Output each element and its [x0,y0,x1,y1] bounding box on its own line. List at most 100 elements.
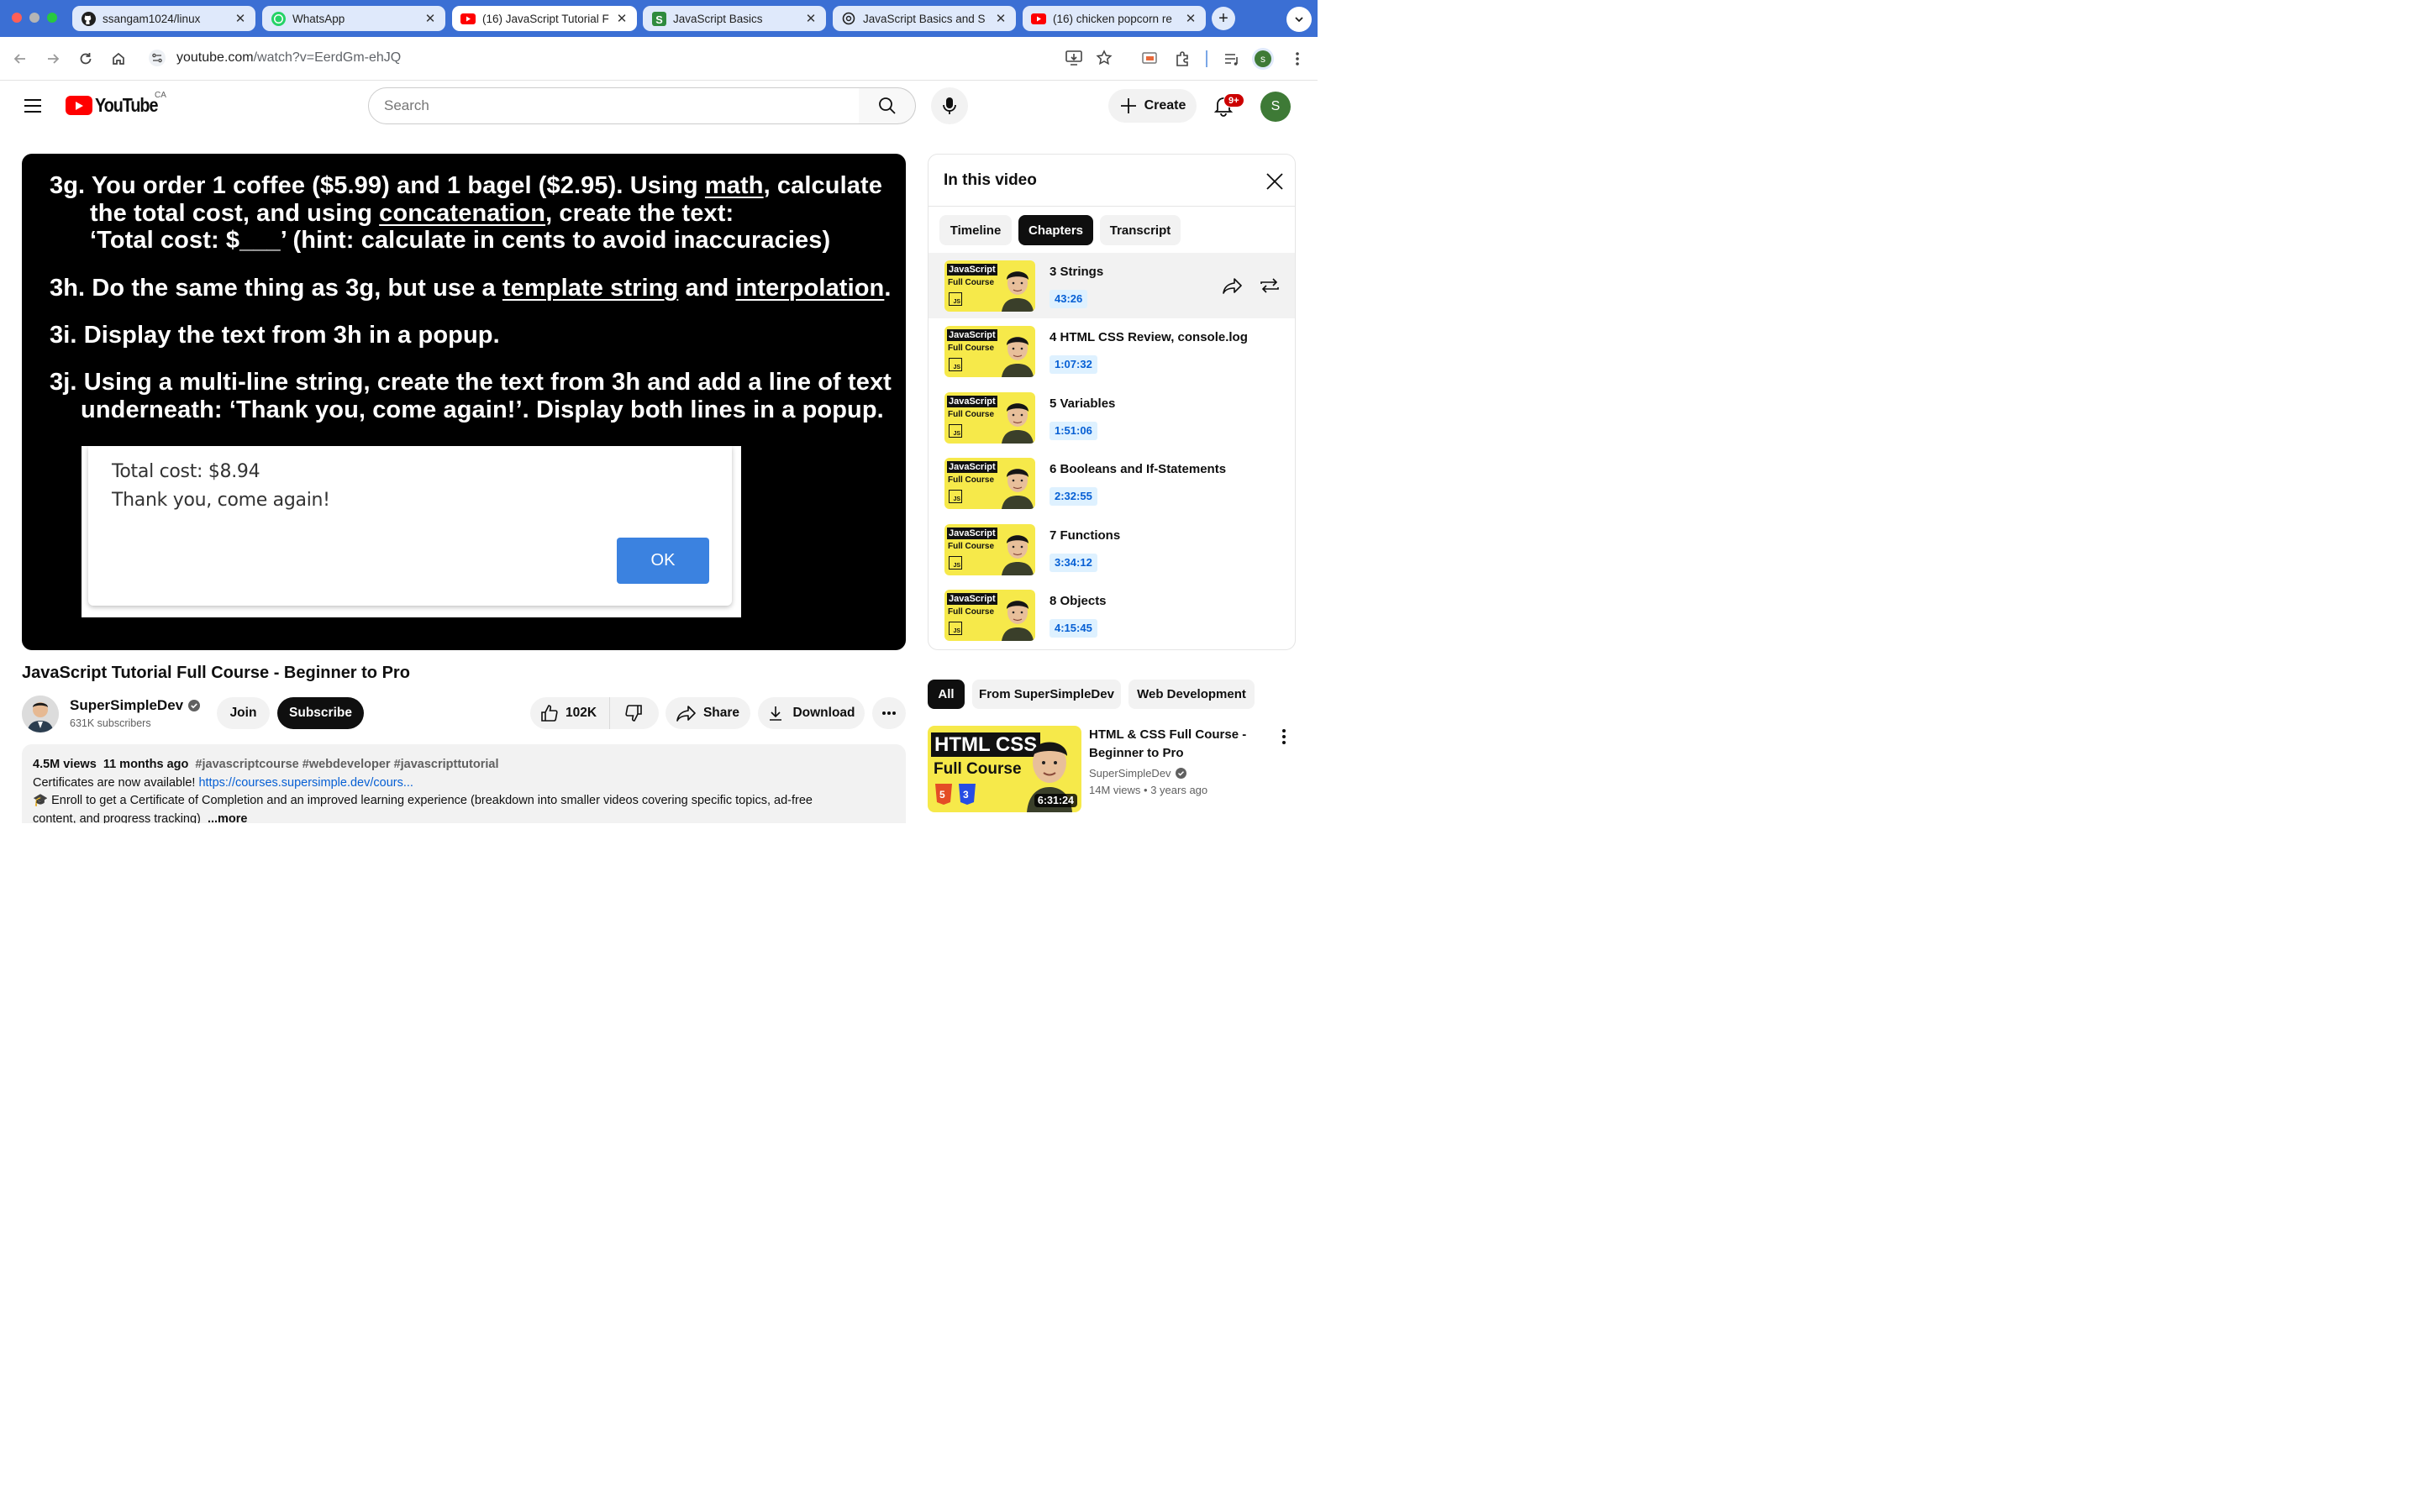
video-duration: 6:31:24 [1034,794,1077,807]
browser-menu-button[interactable] [1286,48,1308,70]
close-icon[interactable] [1265,171,1285,192]
reload-button[interactable] [75,48,97,70]
reading-list-button[interactable] [1221,48,1243,70]
share-arrow-icon [676,706,696,722]
hashtags[interactable]: #javascriptcourse #webdeveloper #javascr… [195,758,498,771]
bookmark-star-icon[interactable] [1096,50,1113,66]
kebab-menu-icon[interactable] [1275,727,1293,746]
forward-button[interactable] [42,48,64,70]
js-logo-icon: JS [949,423,962,438]
tab-search-button[interactable] [1286,7,1312,32]
subscribe-button[interactable]: Subscribe [277,697,364,729]
download-icon [770,706,782,721]
share-label: Share [702,706,740,720]
browser-tab-youtube-active[interactable]: (16) JavaScript Tutorial F ✕ [452,6,637,31]
channel-avatar[interactable] [22,696,59,732]
chapter-item[interactable]: JavaScript Full Course JS 7 Functions 3:34:1… [929,517,1295,582]
hamburger-menu-icon[interactable] [23,96,43,116]
install-app-icon[interactable] [1065,50,1082,66]
chip-all[interactable]: All [928,680,965,709]
video-player[interactable]: 3g. You order 1 coffee ($5.99) and 1 bag… [22,154,906,650]
search-button[interactable] [859,87,916,124]
video-description[interactable]: 4.5M views 11 months ago #javascriptcour… [22,744,906,823]
chapter-timestamp[interactable]: 43:26 [1050,290,1088,308]
chapter-item[interactable]: JavaScript Full Course JS 6 Booleans and If… [929,450,1295,516]
address-bar[interactable]: youtube.com/watch?v=EerdGm-ehJQ [141,43,1133,73]
related-age: 3 years ago [1150,784,1208,796]
window-zoom-button[interactable] [47,13,57,23]
verified-check-icon [1175,768,1186,779]
like-button[interactable]: 102K [530,697,610,729]
chip-from-supersimpledev[interactable]: From SuperSimpleDev [972,680,1121,709]
notification-count-badge: 9+ [1223,93,1244,108]
tab-title: ssangam1024/linux [103,12,201,25]
window-minimize-button[interactable] [29,13,39,23]
presenter-face-icon [1002,271,1034,312]
browser-tab-javascript-basics[interactable]: S JavaScript Basics ✕ [643,6,826,31]
create-button[interactable]: Create [1108,89,1197,123]
profile-button[interactable]: s [1252,48,1274,70]
cast-icon [1142,52,1157,64]
site-settings-icon[interactable] [148,50,166,66]
show-more-button[interactable]: ...more [208,812,248,824]
download-button[interactable]: Download [758,697,865,729]
cast-button[interactable] [1139,48,1160,70]
browser-tab-github[interactable]: ssangam1024/linux ✕ [72,6,255,31]
puzzle-icon [1176,51,1188,66]
share-arrow-icon[interactable] [1223,277,1243,294]
chapter-timestamp[interactable]: 4:15:45 [1050,619,1097,638]
voice-search-button[interactable] [931,87,968,124]
chapter-timestamp[interactable]: 1:51:06 [1050,421,1097,440]
channel-name[interactable]: SuperSimpleDev [70,697,201,714]
dislike-button[interactable] [610,697,657,729]
related-video-thumbnail[interactable]: HTML CSS Full Course 53 6:31:24 [928,726,1081,812]
home-button[interactable] [108,48,129,70]
tab-title: JavaScript Basics [673,12,763,25]
tab-transcript[interactable]: Transcript [1100,215,1181,245]
chapter-item[interactable]: JavaScript Full Course JS 3 Strings 43:26 [929,253,1295,318]
chapter-item[interactable]: JavaScript Full Course JS 8 Objects 4:15:45 [929,582,1295,648]
browser-tab-strip: ssangam1024/linux ✕ WhatsApp ✕ (16) Java… [0,0,1318,37]
more-actions-button[interactable] [872,697,906,729]
chapter-timestamp[interactable]: 3:34:12 [1050,553,1097,572]
share-button[interactable]: Share [666,697,750,729]
related-video-title[interactable]: HTML & CSS Full Course - Beginner to Pro [1089,726,1265,763]
browser-tab-youtube-chicken[interactable]: (16) chicken popcorn re ✕ [1023,6,1206,31]
related-channel-name: SuperSimpleDev [1089,767,1171,780]
chapter-title: 8 Objects [1050,594,1107,608]
arrow-right-icon [48,54,60,64]
extensions-button[interactable] [1172,48,1194,70]
tab-chapters[interactable]: Chapters [1018,215,1093,245]
url-text[interactable]: youtube.com/watch?v=EerdGm-ehJQ [176,50,401,66]
browser-tab-whatsapp[interactable]: WhatsApp ✕ [262,6,445,31]
search-box[interactable] [368,87,860,124]
tab-close-icon[interactable]: ✕ [1184,11,1197,26]
back-button[interactable] [9,48,31,70]
chapter-timestamp[interactable]: 1:07:32 [1050,355,1097,375]
search-input[interactable] [369,88,859,123]
tab-close-icon[interactable]: ✕ [615,11,629,26]
new-tab-button[interactable]: + [1212,7,1235,30]
chapter-item[interactable]: JavaScript Full Course JS 4 HTML CSS Review… [929,318,1295,384]
chapter-timestamp[interactable]: 2:32:55 [1050,487,1097,507]
chip-web-development[interactable]: Web Development [1128,680,1255,709]
account-avatar[interactable]: S [1260,92,1291,122]
tab-close-icon[interactable]: ✕ [424,11,437,26]
thumbnail-subtitle: Full Course [948,475,995,486]
join-button[interactable]: Join [217,697,270,729]
like-dislike-group: 102K [530,697,659,729]
youtube-logo[interactable]: YouTube CA [66,91,168,117]
tab-close-icon[interactable]: ✕ [994,11,1007,26]
like-count: 102K [566,706,597,720]
tab-close-icon[interactable]: ✕ [804,11,818,26]
tab-close-icon[interactable]: ✕ [234,11,247,26]
browser-tab-chatgpt[interactable]: JavaScript Basics and S ✕ [833,6,1016,31]
tab-title: (16) JavaScript Tutorial F [482,12,609,25]
presenter-face-icon [1002,534,1034,575]
related-channel[interactable]: SuperSimpleDev [1089,767,1186,780]
tab-timeline[interactable]: Timeline [939,215,1012,245]
chapter-item[interactable]: JavaScript Full Course JS 5 Variables 1:51:0… [929,385,1295,450]
loop-icon[interactable] [1259,277,1281,294]
window-close-button[interactable] [12,13,22,23]
courses-link[interactable]: https://courses.supersimple.dev/cours... [198,776,413,790]
